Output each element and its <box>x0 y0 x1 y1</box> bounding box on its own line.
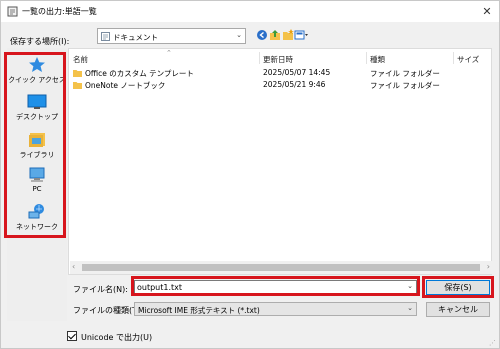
column-divider[interactable] <box>366 52 367 64</box>
window-title: 一覧の出力:単語一覧 <box>22 7 97 16</box>
column-header-type[interactable]: 種類 <box>370 54 385 65</box>
filetype-dropdown[interactable]: Microsoft IME 形式テキスト (*.txt) ⌄ <box>134 302 417 316</box>
new-folder-icon[interactable] <box>282 29 294 41</box>
file-row[interactable]: OneNote ノートブック 2025/05/21 9:46 ファイル フォルダ… <box>69 80 493 91</box>
scroll-left-icon[interactable]: ‹ <box>72 262 75 271</box>
filetype-value: Microsoft IME 形式テキスト (*.txt) <box>138 306 260 315</box>
back-icon[interactable] <box>256 29 268 41</box>
unicode-label: Unicode で出力(U) <box>81 333 153 342</box>
cancel-button[interactable]: キャンセル <box>426 302 490 317</box>
filename-label: ファイル名(N): <box>73 285 128 294</box>
horizontal-scrollbar[interactable]: ‹ › <box>70 261 492 274</box>
scroll-right-icon[interactable]: › <box>487 262 490 271</box>
app-icon <box>7 6 18 17</box>
resize-grip-icon[interactable]: ⋰ <box>489 339 496 347</box>
sort-chevron-icon: ⌃ <box>166 49 172 57</box>
column-divider[interactable] <box>259 52 260 64</box>
column-divider[interactable] <box>453 52 454 64</box>
filename-highlight-box <box>131 276 420 296</box>
up-folder-icon[interactable] <box>269 29 281 41</box>
folder-icon <box>73 82 82 89</box>
documents-folder-icon <box>101 32 110 41</box>
file-modified: 2025/05/07 14:45 <box>263 68 331 77</box>
title-bar: 一覧の出力:単語一覧 ✕ <box>1 1 499 22</box>
file-modified: 2025/05/21 9:46 <box>263 80 326 89</box>
chevron-down-icon: ⌄ <box>236 31 242 39</box>
save-dialog: 一覧の出力:単語一覧 ✕ 保存する場所(I): ドキュメント ⌄ クイック アク… <box>0 0 500 349</box>
file-name: OneNote ノートブック <box>85 81 166 90</box>
places-highlight-box <box>4 52 66 238</box>
folder-icon <box>73 70 82 77</box>
filetype-label: ファイルの種類(T): <box>73 306 143 315</box>
location-label: 保存する場所(I): <box>10 37 70 46</box>
file-type: ファイル フォルダー <box>370 69 440 78</box>
close-button[interactable]: ✕ <box>479 4 495 19</box>
file-type: ファイル フォルダー <box>370 81 440 90</box>
save-highlight-box <box>422 276 494 298</box>
column-header-name[interactable]: 名前 <box>73 54 88 65</box>
chevron-down-icon: ⌄ <box>407 304 413 312</box>
file-row[interactable]: Office のカスタム テンプレート 2025/05/07 14:45 ファイ… <box>69 68 493 79</box>
file-name: Office のカスタム テンプレート <box>85 69 194 78</box>
file-list[interactable]: 名前 更新日時 種類 サイズ ⌃ Office のカスタム テンプレート 202… <box>68 48 492 275</box>
unicode-checkbox[interactable] <box>67 331 77 341</box>
column-header-size[interactable]: サイズ <box>457 54 479 65</box>
location-dropdown[interactable]: ドキュメント ⌄ <box>97 28 246 44</box>
view-menu-icon[interactable] <box>294 29 309 41</box>
column-header-modified[interactable]: 更新日時 <box>263 54 293 65</box>
scrollbar-thumb[interactable] <box>82 264 480 271</box>
location-value: ドキュメント <box>113 33 158 42</box>
